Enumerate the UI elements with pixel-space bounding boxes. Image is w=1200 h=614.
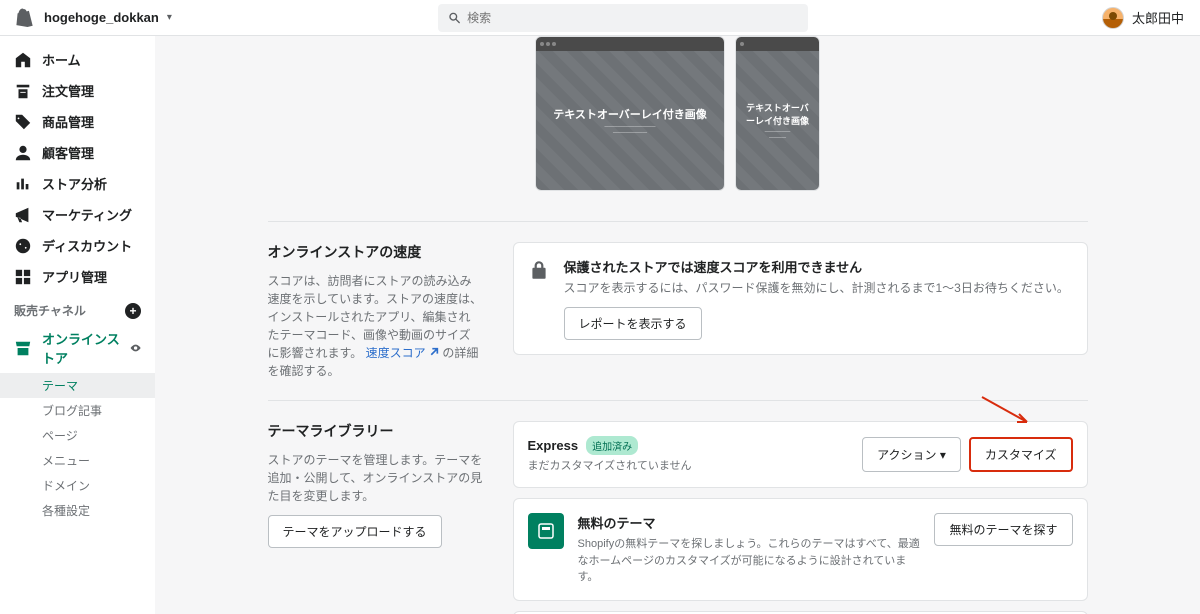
apps-icon <box>14 268 32 286</box>
store-switcher[interactable]: hogehoge_dokkan ▾ <box>16 8 172 28</box>
external-icon <box>429 347 439 357</box>
eye-icon[interactable] <box>130 341 141 355</box>
topbar: hogehoge_dokkan ▾ 太郎田中 <box>0 0 1200 36</box>
user-name: 太郎田中 <box>1132 8 1184 27</box>
speed-card-title: 保護されたストアでは速度スコアを利用できません <box>564 257 1069 276</box>
sidebar-item-home[interactable]: ホーム <box>0 44 155 75</box>
content-area: テキストオーバーレイ付き画像 ──────────────────── テキスト… <box>155 36 1200 614</box>
avatar <box>1102 7 1124 29</box>
orders-icon <box>14 82 32 100</box>
explore-free-themes-button[interactable]: 無料のテーマを探す <box>934 513 1072 546</box>
sidebar-item-analytics[interactable]: ストア分析 <box>0 168 155 199</box>
speed-card-desc: スコアを表示するには、パスワード保護を無効にし、計測されるまで1〜3日お待ちくだ… <box>564 280 1069 297</box>
speed-section: オンラインストアの速度 スコアは、訪問者にストアの読み込み速度を示しています。ス… <box>268 221 1088 400</box>
sidebar-item-label: ストア分析 <box>42 174 107 193</box>
library-section: テーマライブラリー ストアのテーマを管理します。テーマを追加・公開して、オンライ… <box>268 400 1088 614</box>
sidebar-item-label: マーケティング <box>42 205 132 224</box>
megaphone-icon <box>14 206 32 224</box>
add-channel-button[interactable]: + <box>125 303 141 319</box>
channel-label: オンラインストア <box>42 329 120 367</box>
speed-desc: スコアは、訪問者にストアの読み込み速度を示しています。ストアの速度は、インストー… <box>268 272 483 380</box>
store-icon <box>14 339 32 357</box>
library-heading: テーマライブラリー <box>268 421 483 441</box>
free-themes-card: 無料のテーマ Shopifyの無料テーマを探しましょう。これらのテーマはすべて、… <box>513 498 1088 601</box>
express-theme-row: Express 追加済み まだカスタマイズされていません アクション ▾ カスタ… <box>513 421 1088 488</box>
sidebar-item-label: ディスカウント <box>42 236 132 255</box>
action-dropdown-button[interactable]: アクション ▾ <box>862 437 961 472</box>
search-icon <box>448 11 461 25</box>
upload-theme-button[interactable]: テーマをアップロードする <box>268 515 442 548</box>
chevron-down-icon: ▾ <box>167 12 172 23</box>
sidebar-channel-online-store[interactable]: オンラインストア <box>0 323 155 373</box>
search-bar[interactable] <box>438 4 808 32</box>
sidebar-item-label: 商品管理 <box>42 112 94 131</box>
sidebar-sub-settings[interactable]: 各種設定 <box>0 498 155 523</box>
store-name: hogehoge_dokkan <box>44 10 159 25</box>
sidebar-sub-themes[interactable]: テーマ <box>0 373 155 398</box>
theme-sub: まだカスタマイズされていません <box>528 457 692 473</box>
speed-card: 保護されたストアでは速度スコアを利用できません スコアを表示するには、パスワード… <box>513 242 1088 355</box>
home-icon <box>14 51 32 69</box>
view-report-button[interactable]: レポートを表示する <box>564 307 702 340</box>
sidebar-item-label: 顧客管理 <box>42 143 94 162</box>
sidebar-item-label: 注文管理 <box>42 81 94 100</box>
sidebar-item-customers[interactable]: 顧客管理 <box>0 137 155 168</box>
library-desc: ストアのテーマを管理します。テーマを追加・公開して、オンラインストアの見た目を変… <box>268 451 483 505</box>
tag-icon <box>14 113 32 131</box>
theme-name: Express <box>528 438 579 453</box>
sidebar-item-products[interactable]: 商品管理 <box>0 106 155 137</box>
preview-mobile: テキストオーバーレイ付き画像 ────────── <box>735 36 820 191</box>
sidebar-sub-domain[interactable]: ドメイン <box>0 473 155 498</box>
discount-icon <box>14 237 32 255</box>
sidebar-item-marketing[interactable]: マーケティング <box>0 199 155 230</box>
customize-button[interactable]: カスタマイズ <box>969 437 1073 472</box>
sidebar-sub-pages[interactable]: ページ <box>0 423 155 448</box>
chart-icon <box>14 175 32 193</box>
sidebar-item-label: ホーム <box>42 50 81 69</box>
speed-heading: オンラインストアの速度 <box>268 242 483 262</box>
free-theme-icon <box>528 513 564 549</box>
sidebar-sub-menu[interactable]: メニュー <box>0 448 155 473</box>
sidebar-item-orders[interactable]: 注文管理 <box>0 75 155 106</box>
speed-score-link[interactable]: 速度スコア <box>366 346 439 360</box>
shopify-icon <box>16 8 36 28</box>
preview-desktop: テキストオーバーレイ付き画像 ──────────────────── <box>535 36 725 191</box>
user-menu[interactable]: 太郎田中 <box>1102 7 1184 29</box>
sidebar-item-apps[interactable]: アプリ管理 <box>0 261 155 292</box>
free-themes-desc: Shopifyの無料テーマを探しましょう。これらのテーマはすべて、最適なホームペ… <box>578 536 921 586</box>
lock-icon <box>528 259 550 281</box>
sidebar-channels-heading: 販売チャネル + <box>0 292 155 323</box>
theme-previews: テキストオーバーレイ付き画像 ──────────────────── テキスト… <box>268 36 1088 191</box>
free-themes-title: 無料のテーマ <box>578 513 921 532</box>
sidebar-sub-blog[interactable]: ブログ記事 <box>0 398 155 423</box>
sidebar: ホーム 注文管理 商品管理 顧客管理 ストア分析 マーケティング ディスカウント <box>0 36 155 614</box>
search-input[interactable] <box>467 11 798 25</box>
sidebar-item-label: アプリ管理 <box>42 267 107 286</box>
sidebar-item-discounts[interactable]: ディスカウント <box>0 230 155 261</box>
person-icon <box>14 144 32 162</box>
added-badge: 追加済み <box>586 436 638 455</box>
theme-store-card: Shopify テーマストア 検索と絞り込みのツールを使用して、無料とセレクトさ… <box>513 611 1088 614</box>
